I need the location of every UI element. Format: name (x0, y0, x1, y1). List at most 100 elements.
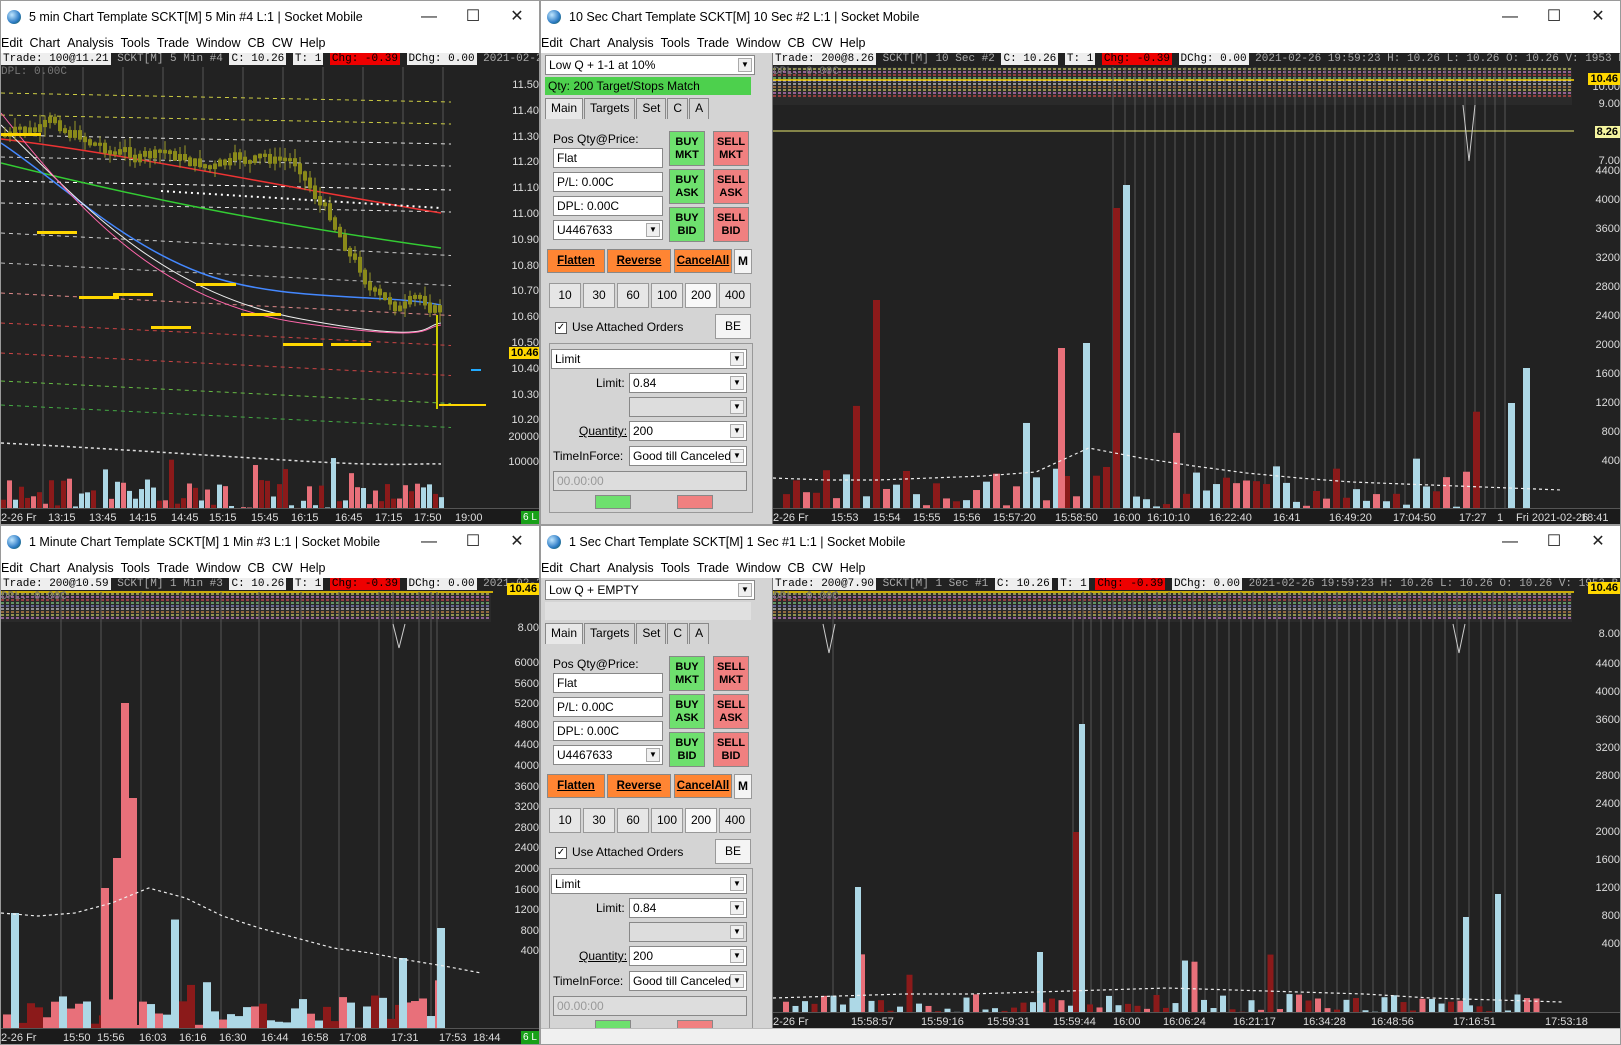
cancel-all-button[interactable]: CancelAll (674, 774, 732, 798)
menu-cw[interactable]: CW (812, 36, 840, 50)
tab-c[interactable]: C (667, 623, 689, 644)
close-button[interactable]: ✕ (1576, 1, 1620, 33)
title-bar[interactable]: 5 min Chart Template SCKT[M] 5 Min #4 L:… (1, 1, 539, 33)
tab-c[interactable]: C (667, 98, 689, 119)
qty-30-button[interactable]: 30 (583, 808, 615, 833)
qty-30-button[interactable]: 30 (583, 283, 615, 308)
sell-mkt-button[interactable]: SELL MKT (713, 131, 749, 166)
maximize-button[interactable]: ☐ (1532, 1, 1576, 33)
sell-ask-button[interactable]: SELL ASK (713, 694, 749, 729)
menu-tools[interactable]: Tools (121, 561, 157, 575)
qty-10-button[interactable]: 10 (549, 808, 581, 833)
limit-price-field[interactable]: 0.84 ▼ (629, 373, 747, 393)
menu-help[interactable]: Help (300, 36, 333, 50)
quantity-field[interactable]: 200 ▼ (629, 421, 747, 441)
menu-chart[interactable]: Chart (570, 561, 608, 575)
menu-help[interactable]: Help (300, 561, 333, 575)
chart-layer-badge[interactable]: 6 L (521, 1031, 539, 1044)
qty-200-button[interactable]: 200 (685, 808, 717, 833)
qty-10-button[interactable]: 10 (549, 283, 581, 308)
menu-cw[interactable]: CW (272, 36, 300, 50)
qty-60-button[interactable]: 60 (617, 283, 649, 308)
menu-window[interactable]: Window (196, 36, 247, 50)
buy-mkt-button[interactable]: BUY MKT (669, 656, 705, 691)
menu-edit[interactable]: Edit (541, 561, 570, 575)
buy-bid-button[interactable]: BUY BID (669, 207, 705, 242)
tab-targets[interactable]: Targets (584, 98, 636, 119)
menu-edit[interactable]: Edit (1, 36, 30, 50)
order-type-dropdown[interactable]: Limit ▼ (551, 349, 747, 369)
menu-help[interactable]: Help (840, 561, 873, 575)
use-attached-orders-checkbox[interactable]: ✓ (555, 847, 567, 859)
buy-bid-button[interactable]: BUY BID (669, 732, 705, 767)
title-bar[interactable]: 10 Sec Chart Template SCKT[M] 10 Sec #2 … (541, 1, 1620, 33)
menu-analysis[interactable]: Analysis (607, 36, 661, 50)
qty-400-button[interactable]: 400 (719, 808, 751, 833)
minimize-button[interactable]: — (407, 1, 451, 33)
quantity-field[interactable]: 200 ▼ (629, 946, 747, 966)
sell-bid-button[interactable]: SELL BID (713, 207, 749, 242)
buy-ask-button[interactable]: BUY ASK (669, 169, 705, 204)
menu-tools[interactable]: Tools (121, 36, 157, 50)
chart-area[interactable]: Trade: 200@7.90 SCKT[M] 1 Sec #1 C: 10.2… (773, 578, 1620, 1030)
menu-help[interactable]: Help (840, 36, 873, 50)
close-button[interactable]: ✕ (495, 1, 539, 33)
buy-ask-button[interactable]: BUY ASK (669, 694, 705, 729)
breakeven-button[interactable]: BE (715, 839, 751, 864)
menu-trade[interactable]: Trade (697, 561, 736, 575)
maximize-button[interactable]: ☐ (451, 526, 495, 558)
tab-set[interactable]: Set (636, 98, 667, 119)
tab-main[interactable]: Main (545, 98, 584, 119)
menu-analysis[interactable]: Analysis (67, 36, 121, 50)
tif-dropdown[interactable]: Good till Canceled ▼ (629, 971, 747, 991)
menu-edit[interactable]: Edit (1, 561, 30, 575)
menu-cb[interactable]: CB (248, 561, 272, 575)
menu-tools[interactable]: Tools (661, 561, 697, 575)
flatten-button[interactable]: Flatten (547, 249, 605, 273)
mode-m-button[interactable]: M (734, 774, 752, 799)
sell-ask-button[interactable]: SELL ASK (713, 169, 749, 204)
menu-trade[interactable]: Trade (157, 36, 196, 50)
order-type-dropdown[interactable]: Limit ▼ (551, 874, 747, 894)
sell-mkt-button[interactable]: SELL MKT (713, 656, 749, 691)
tif-dropdown[interactable]: Good till Canceled ▼ (629, 446, 747, 466)
title-bar[interactable]: 1 Sec Chart Template SCKT[M] 1 Sec #1 L:… (541, 526, 1620, 558)
tab-a[interactable]: A (689, 98, 710, 119)
menu-window[interactable]: Window (736, 36, 787, 50)
menu-chart[interactable]: Chart (30, 36, 68, 50)
account-dropdown[interactable]: U4467633 ▼ (553, 220, 663, 240)
close-button[interactable]: ✕ (495, 526, 539, 558)
minimize-button[interactable]: — (407, 526, 451, 558)
flatten-button[interactable]: Flatten (547, 774, 605, 798)
use-attached-orders-checkbox[interactable]: ✓ (555, 322, 567, 334)
menu-cw[interactable]: CW (272, 561, 300, 575)
menu-chart[interactable]: Chart (30, 561, 68, 575)
sell-order-button[interactable] (677, 495, 713, 509)
close-button[interactable]: ✕ (1576, 526, 1620, 558)
menu-cw[interactable]: CW (812, 561, 840, 575)
menu-trade[interactable]: Trade (157, 561, 196, 575)
menu-edit[interactable]: Edit (541, 36, 570, 50)
limit-price-field[interactable]: 0.84 ▼ (629, 898, 747, 918)
tab-main[interactable]: Main (545, 623, 584, 644)
mode-m-button[interactable]: M (734, 249, 752, 274)
chart-area[interactable]: Trade: 200@10.59 SCKT[M] 1 Min #3 C: 10.… (1, 578, 539, 1044)
reverse-button[interactable]: Reverse (607, 774, 671, 798)
qty-100-button[interactable]: 100 (651, 283, 683, 308)
chart-layer-badge[interactable]: 6 L (521, 511, 539, 524)
menu-tools[interactable]: Tools (661, 36, 697, 50)
strategy-dropdown[interactable]: Low Q + 1-1 at 10% ▼ (545, 55, 755, 75)
menu-window[interactable]: Window (196, 561, 247, 575)
menu-chart[interactable]: Chart (570, 36, 608, 50)
qty-60-button[interactable]: 60 (617, 808, 649, 833)
minimize-button[interactable]: — (1488, 1, 1532, 33)
horizontal-scrollbar[interactable] (541, 1028, 1620, 1044)
minimize-button[interactable]: — (1488, 526, 1532, 558)
account-dropdown[interactable]: U4467633 ▼ (553, 745, 663, 765)
menu-analysis[interactable]: Analysis (67, 561, 121, 575)
maximize-button[interactable]: ☐ (1532, 526, 1576, 558)
menu-analysis[interactable]: Analysis (607, 561, 661, 575)
chart-area[interactable]: Trade: 100@11.21 SCKT[M] 5 Min #4 C: 10.… (1, 53, 539, 524)
reverse-button[interactable]: Reverse (607, 249, 671, 273)
menu-cb[interactable]: CB (248, 36, 272, 50)
